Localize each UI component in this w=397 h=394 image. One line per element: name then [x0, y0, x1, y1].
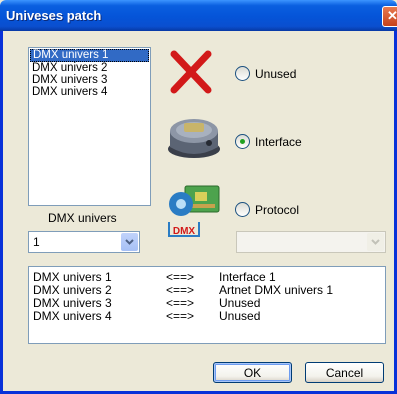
radio-unused-button[interactable]	[235, 66, 250, 81]
ok-button[interactable]: OK	[213, 362, 292, 383]
window-frame-left	[0, 31, 3, 394]
chevron-down-icon	[125, 239, 134, 245]
patch-mapping-list: DMX univers 1 <==> Interface 1 DMX unive…	[28, 266, 386, 344]
dmx-univers-combo[interactable]: 1	[28, 231, 140, 253]
protocol-select-dropdown-button[interactable]	[367, 233, 384, 251]
universes-list-item[interactable]: DMX univers 2	[29, 62, 150, 74]
title-bar[interactable]: Univeses patch ✕	[0, 0, 397, 31]
universes-list[interactable]: DMX univers 1 DMX univers 2 DMX univers …	[28, 47, 151, 206]
radio-interface[interactable]: Interface	[235, 134, 302, 149]
mapping-arrow: <==>	[166, 309, 195, 323]
radio-protocol-label: Protocol	[255, 202, 300, 217]
close-button[interactable]: ✕	[382, 6, 397, 27]
window-title: Univeses patch	[6, 8, 102, 23]
dmx-univers-dropdown-button[interactable]	[121, 233, 138, 251]
dmx-interface-device-icon	[168, 119, 220, 158]
radio-selected-dot	[240, 139, 245, 144]
mapping-target: Unused	[219, 309, 261, 323]
universes-list-item[interactable]: DMX univers 3	[29, 74, 150, 86]
radio-unused[interactable]: Unused	[235, 66, 296, 81]
dmx-univers-value: 1	[33, 235, 40, 249]
radio-interface-button[interactable]	[235, 134, 250, 149]
mapping-row: DMX univers 4 <==> Unused	[33, 310, 373, 323]
cancel-button[interactable]: Cancel	[305, 362, 384, 383]
dmx-univers-label: DMX univers	[48, 211, 117, 225]
close-icon: ✕	[387, 8, 397, 23]
radio-interface-label: Interface	[255, 134, 302, 149]
chevron-down-icon	[371, 239, 380, 245]
dialog-window: Univeses patch ✕ DMX univers 1 DMX unive…	[0, 0, 397, 394]
radio-protocol[interactable]: Protocol	[235, 202, 299, 217]
universes-list-item[interactable]: DMX univers 4	[29, 86, 150, 98]
dmx-protocol-icon: DMX	[168, 185, 220, 237]
mapping-universe: DMX univers 4	[33, 309, 112, 323]
red-x-icon	[170, 50, 212, 94]
universes-list-item[interactable]: DMX univers 1	[30, 49, 149, 62]
protocol-select[interactable]	[236, 231, 386, 253]
radio-protocol-button[interactable]	[235, 202, 250, 217]
radio-unused-label: Unused	[255, 66, 297, 81]
svg-text:DMX: DMX	[173, 226, 196, 237]
